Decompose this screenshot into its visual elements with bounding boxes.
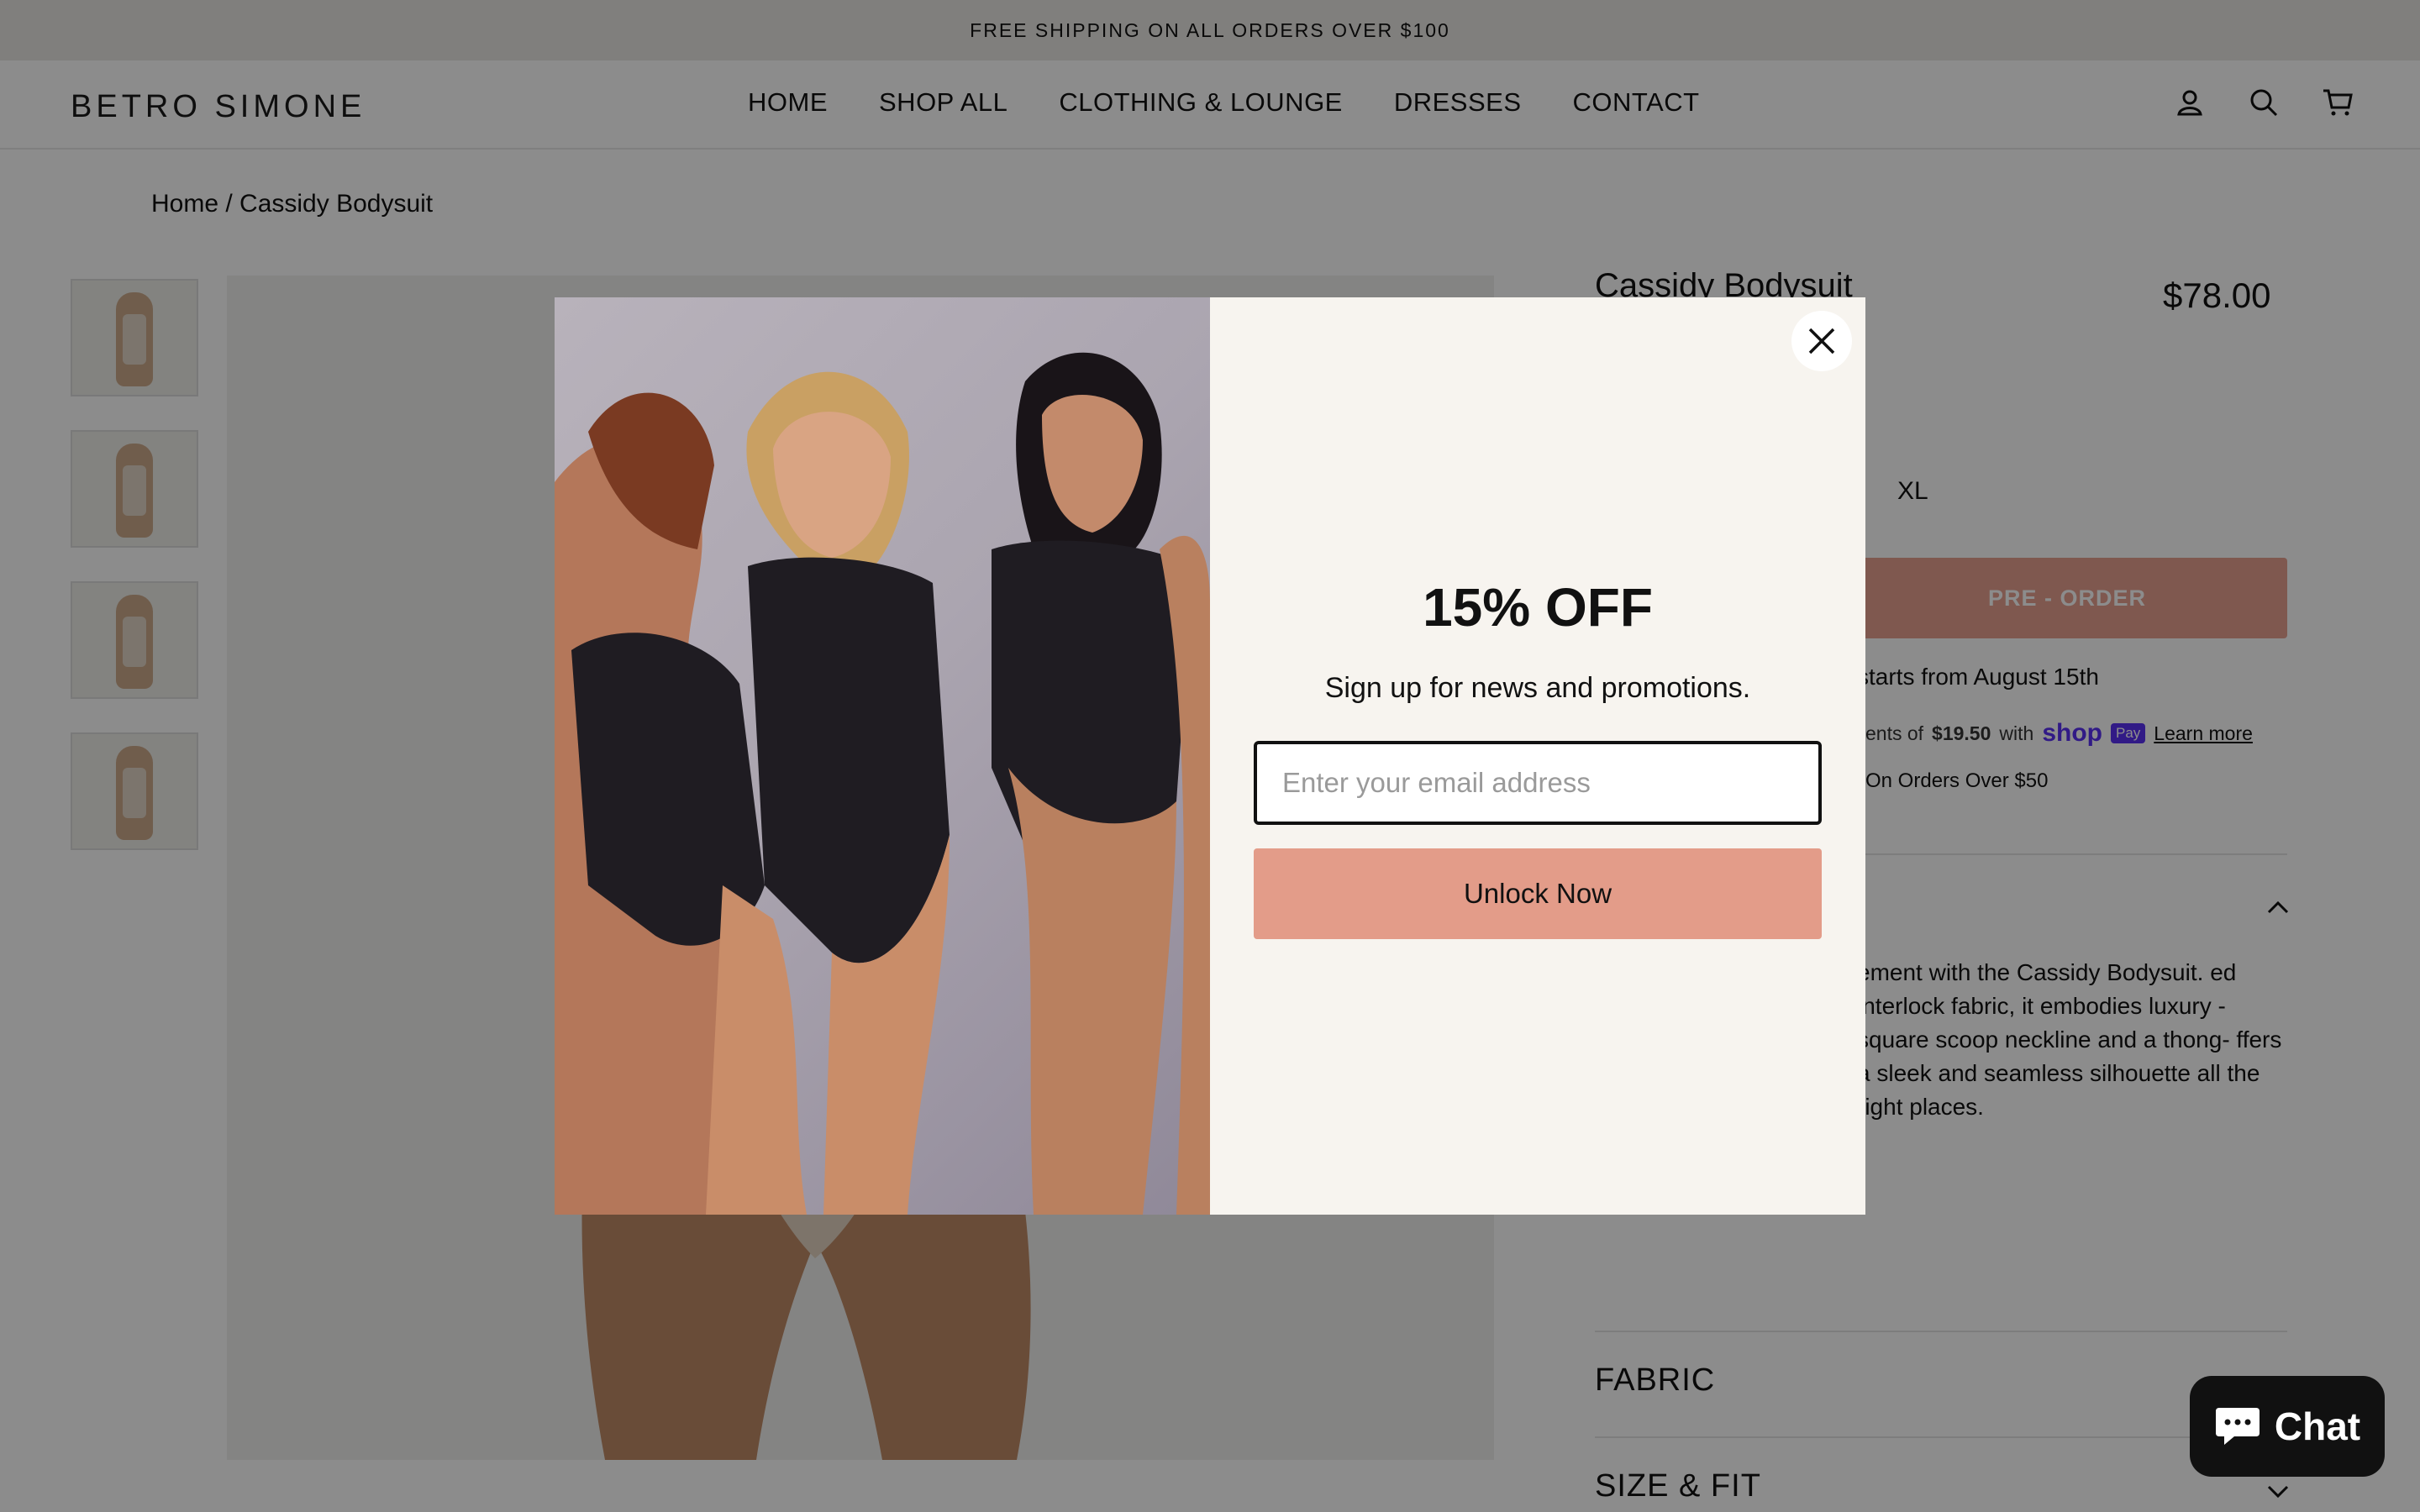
modal-close-button[interactable] <box>1791 311 1852 371</box>
unlock-now-button[interactable]: Unlock Now <box>1254 848 1822 939</box>
chat-label: Chat <box>2274 1404 2361 1448</box>
chat-button[interactable]: Chat <box>2190 1376 2385 1477</box>
newsletter-modal: 15% OFF Sign up for news and promotions.… <box>555 297 1865 1215</box>
modal-promo-image <box>555 297 1210 1215</box>
product-page: FREE SHIPPING ON ALL ORDERS OVER $100 BE… <box>0 0 2420 1512</box>
promo-photo-models <box>555 352 1210 1215</box>
modal-subtext: Sign up for news and promotions. <box>1324 672 1751 704</box>
chat-bubble-icon <box>2215 1408 2260 1445</box>
modal-headline: 15% OFF <box>1423 577 1653 638</box>
close-icon <box>1808 328 1835 354</box>
modal-content: 15% OFF Sign up for news and promotions.… <box>1210 297 1865 1215</box>
email-input[interactable] <box>1254 741 1822 825</box>
